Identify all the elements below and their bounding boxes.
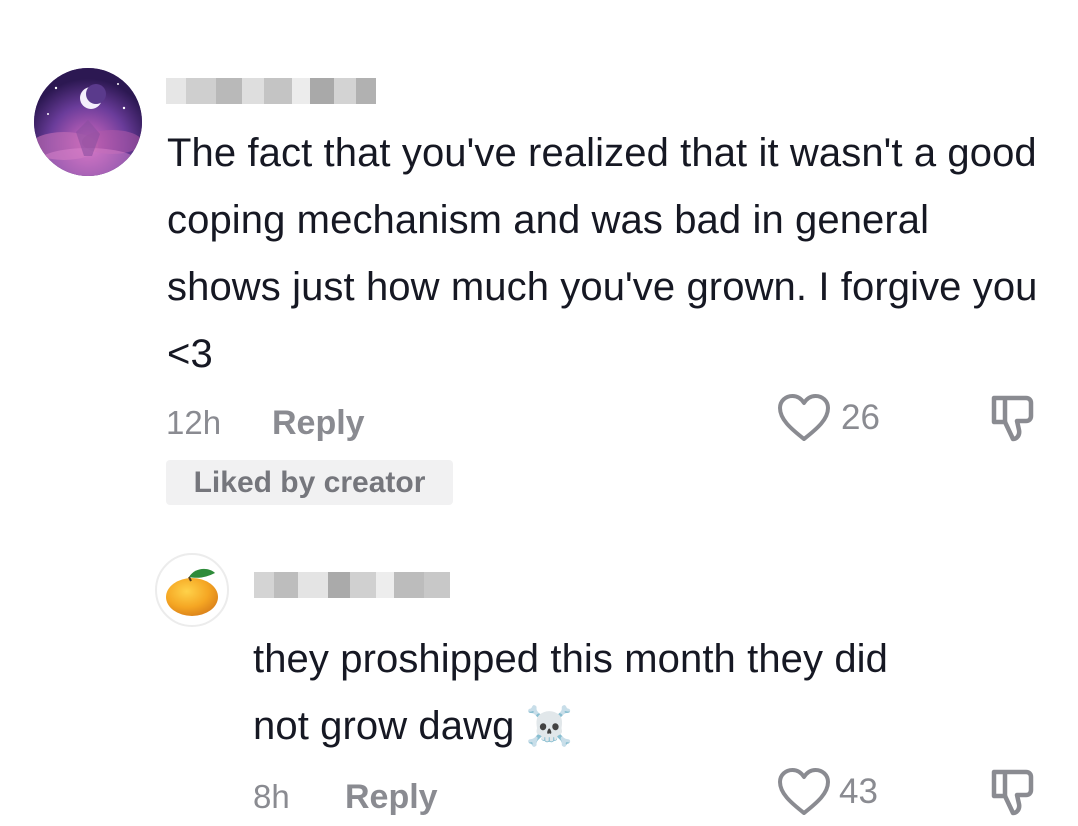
reply-button[interactable]: Reply bbox=[345, 778, 438, 817]
comment-timestamp: 8h bbox=[253, 778, 290, 815]
comment-text-line: they proshipped this month they did bbox=[253, 637, 889, 681]
avatar[interactable] bbox=[34, 68, 142, 176]
like-button[interactable] bbox=[776, 766, 832, 818]
comment-text: The fact that you've realized that it wa… bbox=[167, 131, 1038, 376]
comment-timestamp: 12h bbox=[166, 404, 222, 441]
username[interactable] bbox=[254, 572, 450, 598]
dislike-button[interactable] bbox=[986, 766, 1038, 818]
comment-text: they proshipped this month they did not … bbox=[253, 626, 1053, 761]
like-count: 26 bbox=[841, 398, 880, 437]
reply-button[interactable]: Reply bbox=[272, 404, 365, 443]
liked-by-creator-badge: Liked by creator bbox=[166, 460, 453, 505]
thumbs-down-icon bbox=[991, 769, 1034, 816]
dislike-button[interactable] bbox=[986, 392, 1038, 444]
skull-crossbones-emoji: ☠️ bbox=[525, 706, 574, 748]
moon-night-avatar-icon bbox=[34, 68, 142, 176]
like-button[interactable] bbox=[776, 392, 832, 444]
like-count: 43 bbox=[839, 772, 878, 811]
thumbs-down-icon bbox=[991, 395, 1034, 442]
heart-outline-icon bbox=[778, 394, 830, 441]
mango-avatar-icon bbox=[166, 568, 218, 616]
username[interactable] bbox=[166, 78, 376, 104]
comment-text-line: not grow dawg bbox=[253, 704, 515, 748]
badge-label: Liked by creator bbox=[193, 465, 426, 499]
heart-outline-icon bbox=[778, 768, 830, 815]
avatar[interactable] bbox=[155, 553, 229, 627]
